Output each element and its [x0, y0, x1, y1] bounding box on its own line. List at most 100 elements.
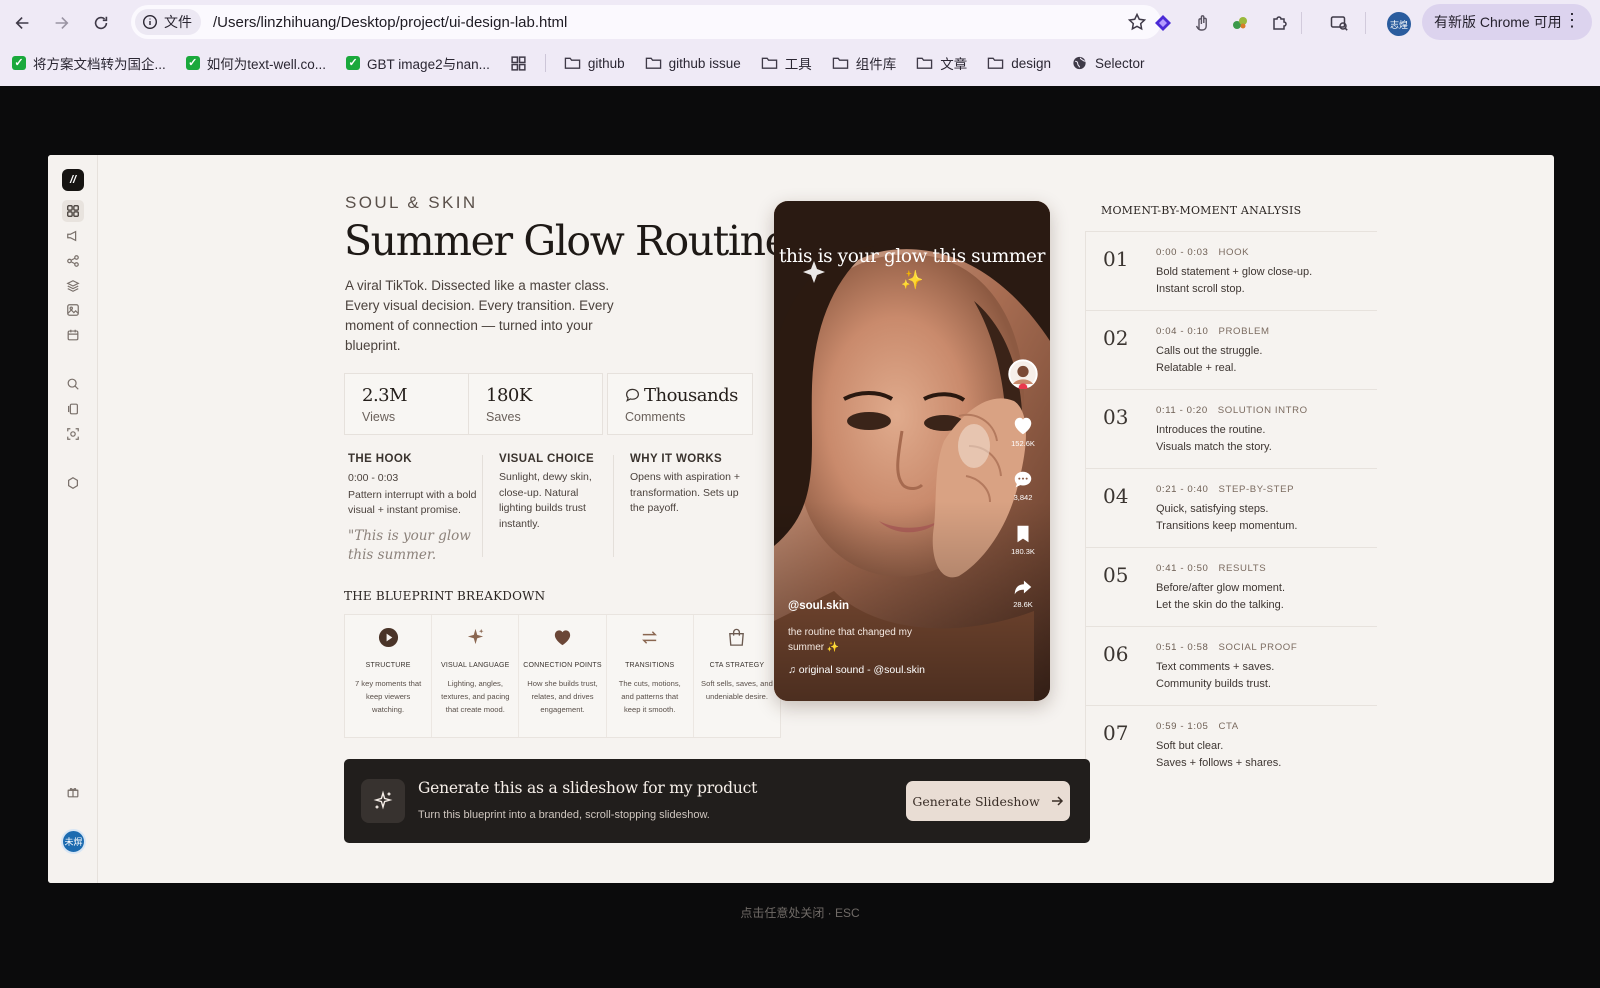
moment-row[interactable]: 02 0:04 - 0:10 PROBLEM Calls out the strugg…	[1085, 310, 1377, 389]
moment-timing: 0:04 - 0:10 PROBLEM	[1156, 326, 1270, 337]
heart-icon	[519, 627, 605, 649]
moment-line: Introduces the routine.	[1156, 424, 1266, 436]
moment-number: 03	[1103, 405, 1129, 429]
column-divider	[482, 455, 483, 557]
stat-label: Comments	[625, 410, 686, 424]
moment-line: Before/after glow moment.	[1156, 582, 1286, 594]
bookmark-label: 工具	[784, 57, 812, 72]
moment-label: PROBLEM	[1218, 326, 1270, 337]
column-divider	[613, 455, 614, 557]
share-count: 28.6K	[1013, 600, 1033, 609]
site-info-chip[interactable]: 文件	[135, 9, 201, 35]
blueprint-item-cta-strategy: CTA STRATEGY Soft sells, saves, and unde…	[694, 615, 780, 737]
moment-time: 0:59 - 1:05	[1156, 721, 1209, 732]
chrome-update-button[interactable]: 有新版 Chrome 可用 ⋮	[1422, 4, 1592, 40]
scan-icon[interactable]	[62, 423, 84, 445]
bookmark-label: 将方案文档转为国企...	[33, 57, 166, 72]
moment-row[interactable]: 03 0:11 - 0:20 SOLUTION INTRO Introduces th…	[1085, 389, 1377, 468]
image-icon[interactable]	[62, 299, 84, 321]
bookmark-label: github issue	[668, 55, 741, 71]
stat-value-wrap: Thousands	[625, 385, 752, 406]
bookmark-label: 组件库	[855, 57, 897, 72]
moment-row[interactable]: 07 0:59 - 1:05 CTA Soft but clear. Saves + f…	[1085, 705, 1377, 784]
moment-row[interactable]: 05 0:41 - 0:50 RESULTS Before/after glow mo…	[1085, 547, 1377, 626]
folder-icon	[564, 56, 581, 70]
hexagon-icon[interactable]	[62, 472, 84, 494]
extension-hand-icon[interactable]	[1189, 10, 1215, 36]
url-text[interactable]: /Users/linzhihuang/Desktop/project/ui-de…	[213, 14, 567, 31]
tab-search-icon[interactable]	[1326, 10, 1352, 36]
stat-value: 180K	[486, 385, 532, 406]
bookmark-label: 文章	[940, 57, 968, 72]
sound-label[interactable]: ♫ original sound - @soul.skin	[788, 664, 925, 676]
bookmark-item[interactable]: Selector	[1071, 56, 1145, 71]
calendar-icon[interactable]	[62, 324, 84, 346]
like-button[interactable]: 152.6K	[1008, 415, 1038, 448]
reload-button[interactable]	[88, 10, 114, 36]
why-it-works-text: Opens with aspiration + transformation. …	[630, 471, 741, 514]
app-logo[interactable]: //	[62, 169, 84, 191]
moment-line: Instant scroll stop.	[1156, 283, 1245, 295]
blueprint-item-connection-points: CONNECTION POINTS How she builds trust, …	[519, 615, 607, 737]
moment-timing: 0:11 - 0:20 SOLUTION INTRO	[1156, 405, 1308, 416]
bookmark-item[interactable]: ✓ 将方案文档转为国企...	[12, 53, 166, 73]
site-info-label: 文件	[164, 14, 192, 30]
share-icon[interactable]	[62, 250, 84, 272]
moment-text: Quick, satisfying steps. Transitions keep…	[1156, 501, 1297, 535]
visual-choice-text: Sunlight, dewy skin, close-up. Natural l…	[499, 471, 592, 530]
bookmark-item[interactable]: 工具	[761, 53, 812, 73]
moment-label: RESULTS	[1218, 563, 1267, 574]
user-avatar[interactable]: 未焺	[61, 829, 86, 854]
moment-line: Let the skin do the talking.	[1156, 599, 1284, 611]
moment-row[interactable]: 06 0:51 - 0:58 SOCIAL PROOF Text comments +…	[1085, 626, 1377, 705]
bookmark-item[interactable]: github	[564, 56, 625, 71]
moment-row[interactable]: 01 0:00 - 0:03 HOOK Bold statement + glow c…	[1085, 231, 1377, 310]
apps-grid-icon[interactable]	[510, 55, 527, 72]
bookmark-item[interactable]: ✓ GBT image2与nan...	[346, 53, 490, 73]
share-button[interactable]: 28.6K	[1008, 576, 1038, 609]
generate-slideshow-button[interactable]: Generate Slideshow	[906, 781, 1070, 821]
search-icon[interactable]	[62, 373, 84, 395]
video-caption: this is your glow this summer ✨	[778, 246, 1046, 291]
moment-row[interactable]: 04 0:21 - 0:40 STEP-BY-STEP Quick, satisfyi…	[1085, 468, 1377, 547]
bookmark-item[interactable]: ✓ 如何为text-well.co...	[185, 53, 327, 73]
creator-avatar[interactable]	[1008, 359, 1038, 391]
comment-button[interactable]: 3,842	[1008, 469, 1038, 502]
bookmark-item[interactable]: 组件库	[832, 53, 897, 73]
folder-icon	[832, 56, 849, 70]
megaphone-icon[interactable]	[62, 225, 84, 247]
forward-button[interactable]	[48, 10, 74, 36]
address-bar[interactable]: 文件 /Users/linzhihuang/Desktop/project/ui…	[131, 5, 1161, 39]
blueprint-heading: CTA STRATEGY	[709, 662, 765, 669]
extensions-puzzle-icon[interactable]	[1267, 10, 1293, 36]
profile-avatar[interactable]: 志煌	[1387, 12, 1411, 36]
back-button[interactable]	[10, 10, 36, 36]
cards-icon[interactable]	[62, 398, 84, 420]
save-button[interactable]: 180.3K	[1008, 523, 1038, 556]
bookmarks-divider	[544, 54, 546, 72]
menu-dots-icon[interactable]: ⋮	[1563, 11, 1581, 29]
bookmark-item[interactable]: 文章	[916, 53, 967, 73]
extension-puzzle-green-icon[interactable]	[1227, 10, 1253, 36]
bookmark-item[interactable]: design	[987, 56, 1051, 71]
repeat-icon	[607, 627, 693, 649]
tiktok-preview[interactable]: this is your glow this summer ✨ 152.6K 3…	[774, 201, 1050, 701]
toolbar-divider	[1301, 12, 1302, 34]
extension-diamond-icon[interactable]	[1150, 10, 1176, 36]
gift-icon[interactable]	[62, 781, 84, 803]
bookmark-star-icon[interactable]	[1127, 12, 1147, 32]
moment-timing: 0:21 - 0:40 STEP-BY-STEP	[1156, 484, 1294, 495]
moment-time: 0:04 - 0:10	[1156, 326, 1209, 337]
moment-time: 0:00 - 0:03	[1156, 247, 1209, 258]
bookmark-item[interactable]: github issue	[645, 56, 741, 71]
grid-icon[interactable]	[62, 200, 84, 222]
music-note-icon: ♫	[788, 664, 799, 676]
creator-handle[interactable]: @soul.skin	[788, 600, 849, 612]
why-it-works-column: WHY IT WORKS Opens with aspiration + tra…	[630, 453, 745, 517]
layers-icon[interactable]	[62, 275, 84, 297]
bookmark-label: 如何为text-well.co...	[206, 57, 327, 72]
bookmark-label: design	[1011, 55, 1052, 71]
moment-label: STEP-BY-STEP	[1218, 484, 1295, 495]
cta-subtext: Turn this blueprint into a branded, scro…	[418, 809, 710, 821]
moment-line: Transitions keep momentum.	[1156, 520, 1298, 532]
